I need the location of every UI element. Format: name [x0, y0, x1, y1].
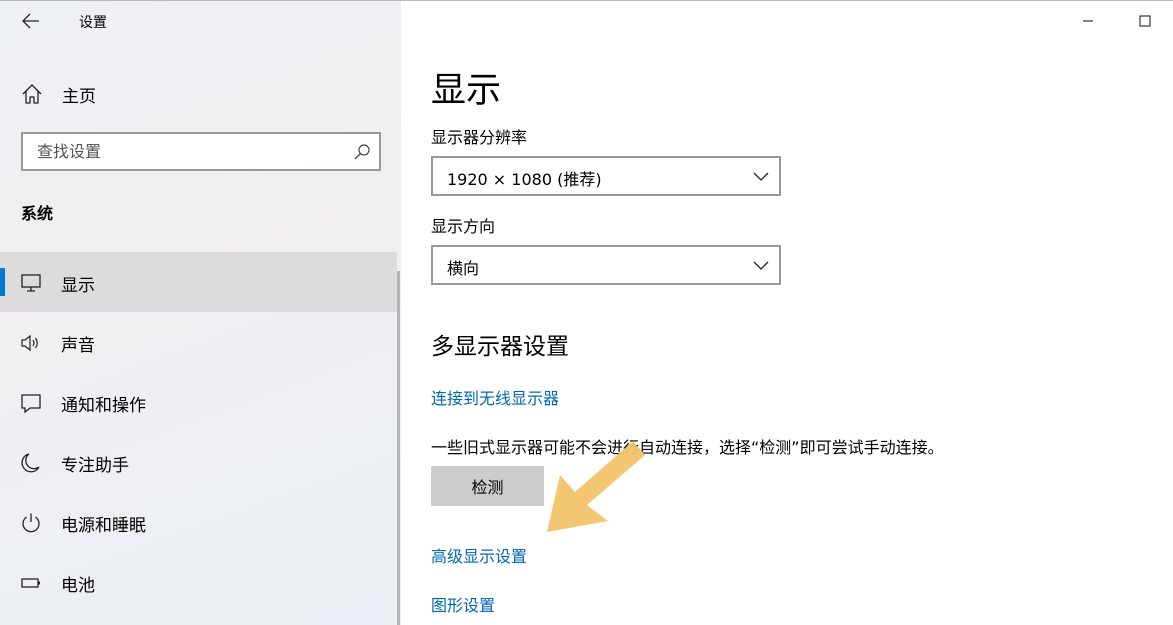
selection-indicator	[0, 268, 5, 296]
resolution-label: 显示器分辨率	[431, 128, 528, 147]
main-content: 显示 显示器分辨率 1920 × 1080 (推荐) 显示方向 横向 多显示器设…	[401, 1, 1173, 625]
back-button[interactable]	[14, 7, 48, 35]
settings-window: 设置 主页 系统 显示	[0, 0, 1173, 625]
resolution-dropdown[interactable]: 1920 × 1080 (推荐)	[431, 156, 781, 196]
multi-display-heading: 多显示器设置	[431, 334, 569, 360]
search-box[interactable]	[21, 132, 381, 171]
home-icon	[22, 84, 42, 104]
sidebar-item-label: 通知和操作	[61, 396, 146, 416]
window-controls	[1059, 1, 1173, 41]
orientation-dropdown[interactable]: 横向	[431, 245, 781, 285]
notification-icon	[21, 394, 41, 414]
sidebar-item-battery[interactable]: 电池	[0, 552, 397, 612]
maximize-icon	[1138, 15, 1151, 27]
orientation-value: 横向	[447, 259, 480, 278]
resolution-value: 1920 × 1080 (推荐)	[447, 170, 602, 189]
sidebar-item-notifications[interactable]: 通知和操作	[0, 372, 397, 432]
sidebar-item-display[interactable]: 显示	[0, 252, 397, 312]
sidebar-item-focus-assist[interactable]: 专注助手	[0, 432, 397, 492]
sidebar-nav: 显示 声音 通知和操作 专注助手 电源和睡眠 电池	[0, 252, 401, 612]
search-icon[interactable]	[353, 143, 371, 161]
advanced-display-settings-link[interactable]: 高级显示设置	[431, 543, 527, 567]
detect-button[interactable]: 检测	[431, 466, 544, 506]
sidebar-scrollbar[interactable]	[397, 271, 400, 625]
sidebar-item-sound[interactable]: 声音	[0, 312, 397, 372]
monitor-icon	[21, 274, 41, 292]
detect-description: 一些旧式显示器可能不会进行自动连接，选择“检测”即可尝试手动连接。	[431, 438, 944, 457]
sidebar-item-label: 电池	[61, 576, 95, 596]
page-title: 显示	[431, 71, 502, 111]
speaker-icon	[21, 334, 38, 352]
orientation-label: 显示方向	[431, 217, 496, 236]
battery-icon	[21, 578, 40, 588]
sidebar-item-label: 电源和睡眠	[61, 516, 146, 536]
app-title: 设置	[79, 15, 107, 31]
sidebar: 设置 主页 系统 显示	[0, 1, 401, 625]
moon-icon	[21, 453, 40, 473]
sidebar-item-power-sleep[interactable]: 电源和睡眠	[0, 492, 397, 552]
back-arrow-icon	[22, 13, 39, 29]
sidebar-item-label: 声音	[61, 336, 95, 356]
sidebar-item-label: 专注助手	[61, 456, 129, 476]
graphics-settings-link[interactable]: 图形设置	[431, 592, 495, 616]
section-title: 系统	[21, 204, 54, 223]
minimize-button[interactable]	[1059, 1, 1116, 41]
chevron-down-icon	[753, 261, 769, 270]
sidebar-item-home[interactable]: 主页	[0, 73, 401, 113]
search-input[interactable]	[23, 134, 347, 169]
sidebar-item-label: 主页	[62, 87, 96, 107]
chevron-down-icon	[753, 172, 769, 181]
connect-wireless-display-link[interactable]: 连接到无线显示器	[431, 385, 559, 409]
sidebar-item-label: 显示	[61, 276, 95, 296]
minimize-icon	[1082, 20, 1093, 22]
maximize-button[interactable]	[1116, 1, 1173, 41]
power-icon	[22, 513, 40, 533]
